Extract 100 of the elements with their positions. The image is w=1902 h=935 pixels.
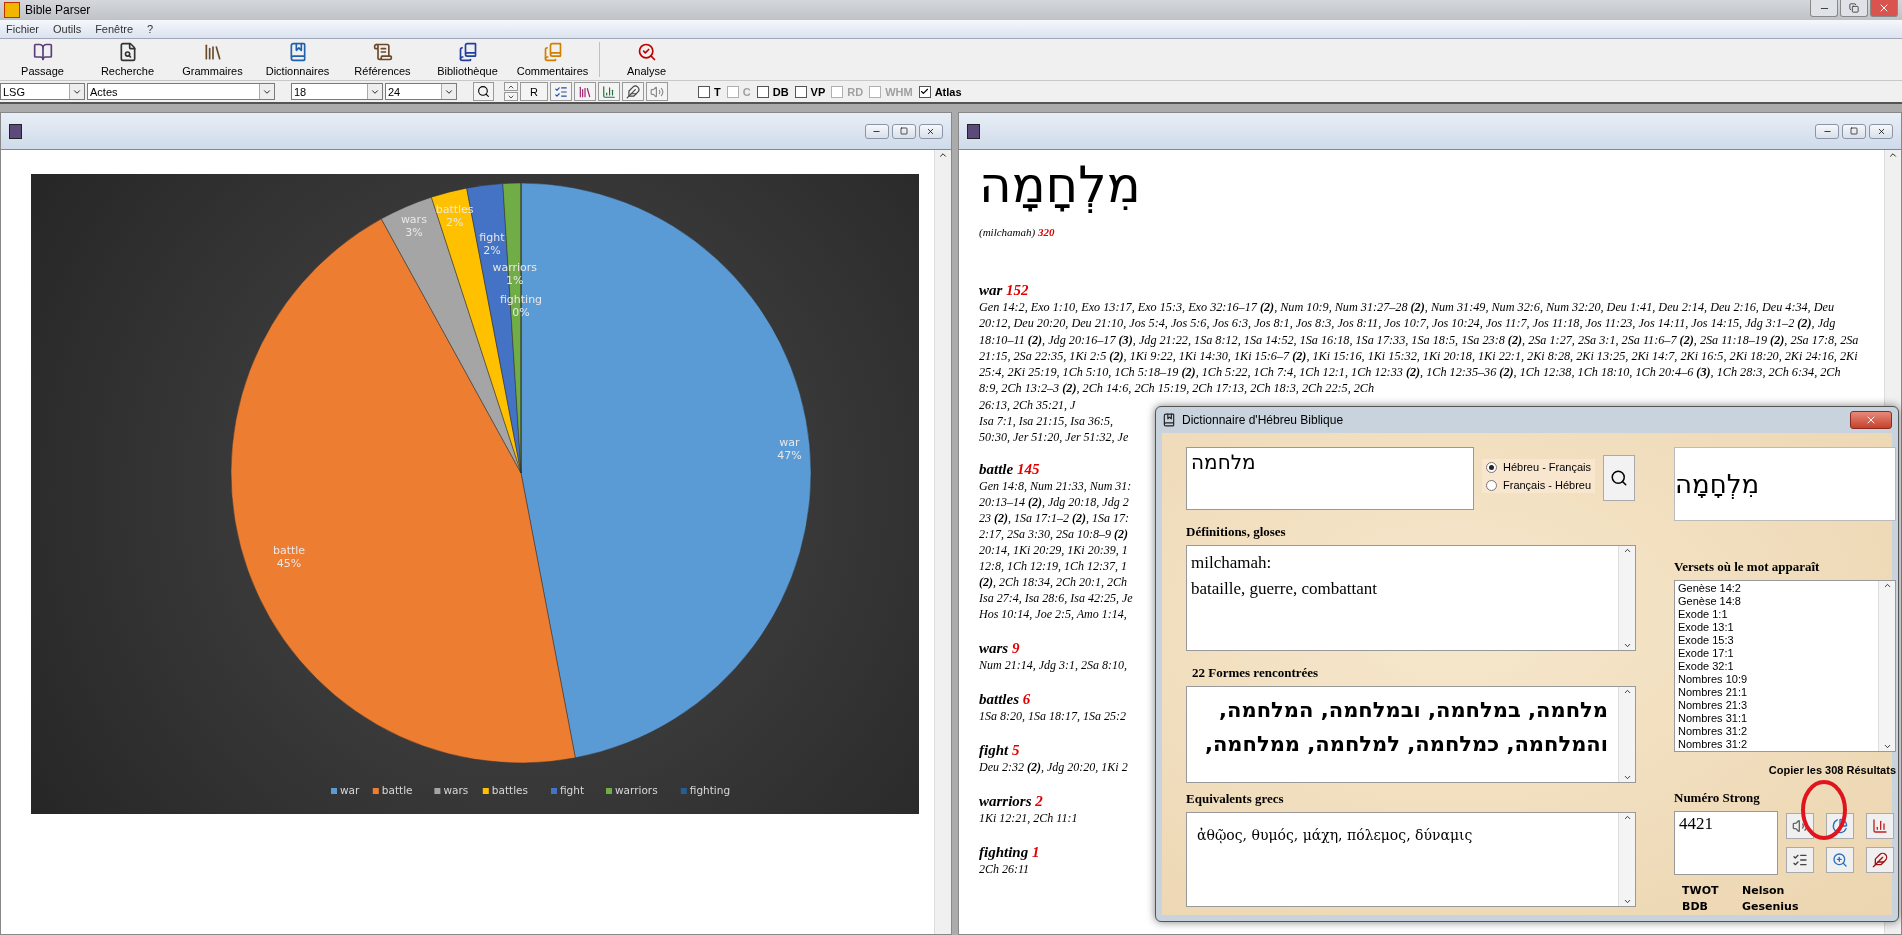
edit-button[interactable] xyxy=(1786,847,1814,873)
verse-item[interactable]: Exode 15:3 xyxy=(1678,634,1875,647)
check-icon xyxy=(920,87,930,96)
verse-item[interactable]: Genèse 14:8 xyxy=(1678,595,1875,608)
minimize-button[interactable] xyxy=(865,123,889,139)
legend-label: wars xyxy=(443,784,469,796)
forms-box[interactable]: מלחמה, במלחמה, ובמלחמה, המלחמה, והמלחמה, כמלחמה, למלחמה, ממלחמה, xyxy=(1186,686,1636,783)
speaker-icon xyxy=(650,84,664,99)
close-button[interactable] xyxy=(1850,411,1892,429)
scrollbar[interactable] xyxy=(1878,581,1895,751)
zoom-button[interactable] xyxy=(1826,847,1854,873)
logo-button[interactable] xyxy=(1866,847,1894,873)
legend-label: war xyxy=(340,784,360,796)
verse-item[interactable]: Nombres 31:2 xyxy=(1678,738,1875,751)
chevron-down-icon xyxy=(1622,897,1632,906)
copy-results-link[interactable]: Copier les 308 Résultats xyxy=(1768,764,1896,776)
toolbar-button[interactable]: Dictionnaires xyxy=(255,39,340,80)
checkbox[interactable] xyxy=(794,85,807,98)
minimize-button[interactable] xyxy=(1815,123,1839,139)
checkbox[interactable] xyxy=(918,85,931,98)
greek-box[interactable]: ἀθῷος, θυμός, μάχη, πόλεμος, δύναμις xyxy=(1186,812,1636,907)
direction-radio[interactable]: Français - Hébreu xyxy=(1486,479,1592,491)
checkbox-label: VP xyxy=(810,85,826,98)
radio-button[interactable] xyxy=(1486,461,1497,473)
window-icon xyxy=(9,123,22,139)
toolbar-button[interactable] xyxy=(550,82,572,101)
search-button[interactable] xyxy=(473,82,494,101)
toolbar-button[interactable] xyxy=(622,82,644,101)
spin-up-button[interactable] xyxy=(504,82,518,91)
hebrew-input-field[interactable]: מלחמה xyxy=(1186,447,1474,510)
source-link[interactable]: TWOT xyxy=(1682,883,1742,899)
toolbar-button[interactable]: Commentaires xyxy=(510,39,595,80)
source-link[interactable]: Nelson xyxy=(1742,883,1812,899)
search-button[interactable] xyxy=(1603,455,1636,501)
verse-list[interactable]: Genèse 14:2 Genèse 14:8 Exode 1:1 Exode 13:1 Exode 15:3 Exode 17:1 Exode 32:1 Nombres 10:9 Nombres 21:1 Nombres 21:3 Nombres 31:1 Nombres 31:2 Nombres 31:2 xyxy=(1674,580,1896,752)
reference-line: 20:13–14 (2), Jdg 20:18, Jdg 2 xyxy=(979,493,1129,510)
reference-line: 20:14, 1Ki 20:29, 1Ki 20:39, 1 xyxy=(979,541,1128,558)
toolbar-button[interactable]: Recherche xyxy=(85,39,170,80)
annotation-ellipse xyxy=(1801,780,1847,840)
legend-swatch xyxy=(331,788,337,794)
menu-item[interactable]: ? xyxy=(147,23,154,35)
toolbar-button[interactable] xyxy=(598,82,620,101)
chevron-up-icon xyxy=(1622,546,1632,555)
close-button[interactable] xyxy=(1869,123,1893,139)
slice-label: battle 45% xyxy=(273,544,306,571)
close-icon xyxy=(926,126,936,136)
verse-item[interactable]: Exode 1:1 xyxy=(1678,608,1875,621)
scrollbar[interactable] xyxy=(1618,546,1635,650)
section-label: Définitions, gloses xyxy=(1186,524,1287,540)
checkbox-label: Atlas xyxy=(934,85,962,98)
dropdown[interactable]: 18 xyxy=(291,83,383,100)
source-link[interactable]: Gesenius xyxy=(1742,899,1812,915)
toolbar-button[interactable]: Bibliothèque xyxy=(425,39,510,80)
menu-item[interactable]: Fenêtre xyxy=(95,23,134,35)
scrollbar[interactable] xyxy=(1618,687,1635,782)
scrollbar[interactable] xyxy=(934,150,951,934)
definitions-box[interactable]: milchamah: bataille, guerre, combattant xyxy=(1186,545,1636,651)
verse-item[interactable]: Exode 32:1 xyxy=(1678,660,1875,673)
entry-heading: battles 6 xyxy=(979,690,1031,708)
hebrew-forms-line: והמלחמה, כמלחמה, למלחמה, ממלחמה, xyxy=(1203,731,1608,758)
radio-button[interactable] xyxy=(1486,479,1497,491)
hebrew-headword: מִלְחָמָה xyxy=(979,155,1141,216)
toolbar-button[interactable]: Références xyxy=(340,39,425,80)
toolbar-button[interactable]: Grammaires xyxy=(170,39,255,80)
dropdown[interactable]: Actes xyxy=(87,83,275,100)
option-checkbox[interactable]: VP xyxy=(794,85,826,98)
entry-heading: battle 145 xyxy=(979,460,1040,478)
toolbar-button[interactable] xyxy=(574,82,596,101)
direction-radio[interactable]: Hébreu - Français xyxy=(1486,461,1592,473)
dropdown[interactable]: LSG xyxy=(0,83,85,100)
checkbox[interactable] xyxy=(698,85,710,98)
close-button[interactable] xyxy=(919,123,943,139)
option-checkbox[interactable]: Atlas xyxy=(918,85,962,98)
minimize-button[interactable] xyxy=(1810,0,1838,17)
menu-item[interactable]: Outils xyxy=(53,23,82,35)
option-checkbox[interactable]: T xyxy=(698,85,721,98)
menu-item[interactable]: Fichier xyxy=(6,23,39,35)
verse-item[interactable]: Exode 13:1 xyxy=(1678,621,1875,634)
scrollbar[interactable] xyxy=(1618,813,1635,906)
toolbar-button[interactable]: Passage xyxy=(0,39,85,80)
dropdown[interactable]: 24 xyxy=(385,83,457,100)
r-button[interactable]: R xyxy=(520,82,548,101)
list-icon xyxy=(554,84,568,99)
verse-item[interactable]: Nombres 31:1 xyxy=(1678,712,1875,725)
checkbox-label: WHM xyxy=(885,85,913,98)
verse-item[interactable]: Genèse 14:2 xyxy=(1678,582,1875,595)
verse-item[interactable]: Nombres 10:9 xyxy=(1678,673,1875,686)
spin-down-button[interactable] xyxy=(504,92,518,101)
verse-item[interactable]: Nombres 21:1 xyxy=(1678,686,1875,699)
source-link[interactable]: BDB xyxy=(1682,899,1742,915)
verse-item[interactable]: Nombres 31:2 xyxy=(1678,725,1875,738)
bar-chart-button[interactable] xyxy=(1866,813,1894,839)
toolbar-button[interactable]: Analyse xyxy=(604,39,689,80)
maximize-button[interactable] xyxy=(1840,0,1868,17)
checkbox-label: RD xyxy=(847,85,864,98)
strong-number-field[interactable]: 4421 xyxy=(1674,811,1778,875)
option-checkbox[interactable]: DB xyxy=(756,85,789,98)
verse-item[interactable]: Nombres 21:3 xyxy=(1678,699,1875,712)
verse-item[interactable]: Exode 17:1 xyxy=(1678,647,1875,660)
checkbox[interactable] xyxy=(756,85,769,98)
